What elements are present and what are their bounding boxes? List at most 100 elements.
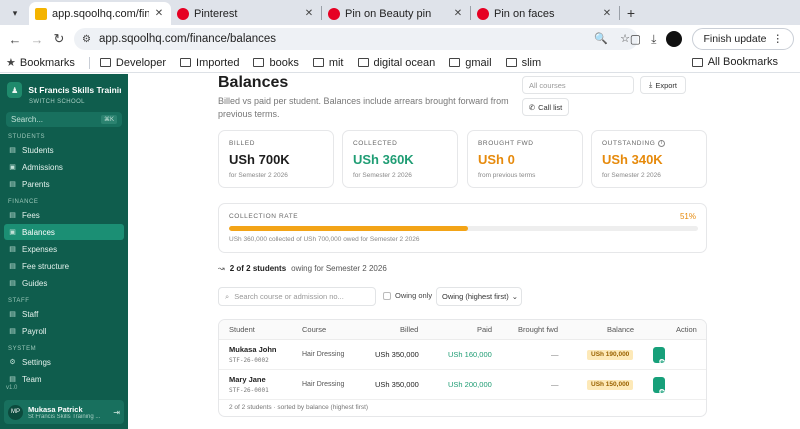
sort-select[interactable]: Owing (highest first) ⌄: [436, 287, 522, 306]
section-students: STUDENTS: [8, 134, 46, 140]
stat-sub: for Semester 2 2026: [229, 172, 288, 179]
tab-title: Pin on Beauty pin: [345, 7, 432, 20]
stat-sub: for Semester 2 2026: [602, 172, 661, 180]
student-name[interactable]: Mukasa John: [229, 345, 277, 355]
sidebar-item-expenses[interactable]: ▤ Expenses: [4, 241, 124, 257]
browser-tab[interactable]: Pinterest ✕: [171, 2, 321, 25]
table-search-input[interactable]: ⌕ Search course or admission no...: [218, 287, 376, 306]
page-description: Billed vs paid per student. Balances inc…: [218, 96, 509, 119]
bookmarks-bar: ★ Bookmarks Developer Imported books mit …: [0, 53, 800, 73]
sidebar-item-settings[interactable]: ⚙ Settings: [4, 354, 124, 370]
browser-tab[interactable]: Pin on Beauty pin ✕: [322, 2, 470, 25]
stat-label: BILLED: [229, 140, 256, 147]
profile-avatar-icon[interactable]: [666, 31, 683, 47]
phone-icon: ✆: [528, 102, 536, 112]
bookmark-item[interactable]: ★ Bookmarks: [6, 56, 75, 70]
folder-icon: [357, 58, 369, 67]
sidebar-search[interactable]: Search... ⌘K: [6, 112, 122, 127]
close-tab-icon[interactable]: ✕: [153, 8, 165, 19]
sidebar-item-balances[interactable]: ▣ Balances: [4, 224, 124, 240]
close-tab-icon[interactable]: ✕: [452, 8, 464, 19]
owing-summary: ↝ 2 of 2 students owing for Semester 2 2…: [218, 264, 387, 273]
site-info-icon[interactable]: ⚙: [82, 34, 91, 45]
bookmark-folder[interactable]: slim: [505, 57, 541, 69]
new-tab-icon[interactable]: +: [620, 5, 642, 21]
paid: USh 200,000: [448, 380, 492, 389]
close-tab-icon[interactable]: ✕: [303, 8, 315, 19]
reload-icon[interactable]: ↻: [48, 31, 70, 47]
tab-search-icon[interactable]: ▾: [4, 2, 26, 24]
browser-tab-active[interactable]: app.sqoolhq.com/finance/b ✕: [29, 2, 171, 25]
sidebar-item-parents[interactable]: ▤ Parents: [4, 176, 124, 192]
zoom-icon[interactable]: 🔍: [594, 32, 608, 45]
extensions-icon[interactable]: ▢: [630, 32, 641, 46]
bookmark-folder[interactable]: mit: [312, 57, 344, 69]
stat-sub: from previous terms: [478, 172, 536, 179]
export-icon: ⤓: [648, 80, 653, 89]
sidebar-item-guides[interactable]: ▤ Guides: [4, 275, 124, 291]
all-bookmarks[interactable]: All Bookmarks: [691, 56, 778, 68]
courses-select[interactable]: All courses: [522, 76, 634, 94]
stat-card-brought-fwd: BROUGHT FWD USh 0 from previous terms: [467, 130, 583, 188]
settings-icon: ⚙: [9, 359, 16, 366]
sidebar-item-students[interactable]: ▤ Students: [4, 142, 124, 158]
download-icon[interactable]: ⤓: [651, 32, 656, 47]
progress-track: [229, 226, 698, 231]
fees-icon: ▤: [9, 212, 16, 219]
checkbox[interactable]: [383, 291, 391, 300]
stat-value: USh 0: [478, 152, 515, 167]
address-bar[interactable]: ⚙ app.sqoolhq.com/finance/balances 🔍 ☆: [74, 28, 638, 50]
stat-value: USh 340K: [602, 152, 663, 168]
folder-icon: [312, 58, 324, 67]
sidebar-item-team[interactable]: ▤ Team: [4, 371, 124, 387]
close-tab-icon[interactable]: ✕: [601, 8, 613, 19]
paid: USh 160,000: [448, 350, 492, 359]
bookmark-folder[interactable]: Imported: [180, 57, 239, 69]
avatar: MP: [8, 404, 23, 420]
bookmark-folder[interactable]: Developer: [99, 57, 166, 69]
school-name: St Francis Skills Training ...: [28, 85, 121, 95]
owing-only-toggle[interactable]: Owing only: [383, 291, 432, 300]
folder-icon: [691, 57, 703, 67]
forward-icon[interactable]: →: [26, 32, 48, 47]
school-switcher[interactable]: ♟ St Francis Skills Training ...: [0, 74, 128, 98]
sidebar-item-staff[interactable]: ▤ Staff: [4, 306, 124, 322]
sidebar-item-fee-structure[interactable]: ▤ Fee structure: [4, 258, 124, 274]
site-favicon-icon: [35, 7, 47, 20]
section-staff: STAFF: [8, 298, 30, 304]
user-profile[interactable]: MP Mukasa Patrick St Francis Skills Trai…: [4, 400, 124, 424]
sidebar-item-fees[interactable]: ▤ Fees: [4, 207, 124, 223]
balance-badge: USh 190,000: [587, 350, 634, 360]
student-name[interactable]: Mary Jane: [229, 375, 266, 385]
bookmark-star-icon[interactable]: ☆: [620, 32, 630, 45]
payroll-icon: ▤: [9, 328, 16, 335]
bookmark-folder[interactable]: books: [253, 57, 299, 69]
bookmark-folder[interactable]: gmail: [449, 57, 492, 69]
stat-value: USh 360K: [353, 152, 414, 167]
switch-school-label[interactable]: SWITCH SCHOOL: [29, 99, 128, 105]
collect-button[interactable]: ▭ Collect: [653, 347, 684, 366]
billed: USh 350,000: [375, 350, 419, 359]
bookmark-folder[interactable]: digital ocean: [357, 57, 435, 69]
export-button[interactable]: ⤓ Export: [640, 76, 686, 94]
collect-button[interactable]: ▭ Collect: [653, 377, 684, 396]
finish-update-button[interactable]: Finish update ⋮: [692, 28, 794, 50]
call-list-button[interactable]: ✆ Call list: [522, 98, 569, 116]
col-brought-fwd: Brought fwd: [518, 325, 559, 334]
logout-icon[interactable]: ⇥: [113, 408, 120, 417]
balances-icon: ▣: [9, 229, 16, 236]
app-version: v1.0: [6, 385, 18, 391]
sidebar-item-admissions[interactable]: ▣ Admissions: [4, 159, 124, 175]
info-icon[interactable]: i: [658, 140, 666, 147]
browser-tab[interactable]: Pin on faces ✕: [471, 2, 619, 25]
stat-sub: for Semester 2 2026: [353, 172, 412, 179]
folder-icon: [99, 58, 111, 67]
balance-badge: USh 150,000: [587, 380, 634, 390]
sidebar-item-payroll[interactable]: ▤ Payroll: [4, 323, 124, 339]
col-course: Course: [302, 325, 327, 334]
col-student: Student: [229, 325, 255, 334]
fee-structure-icon: ▤: [9, 263, 16, 270]
back-icon[interactable]: ←: [4, 32, 26, 47]
admissions-icon: ▣: [9, 164, 16, 171]
page-title: Balances: [218, 74, 289, 91]
